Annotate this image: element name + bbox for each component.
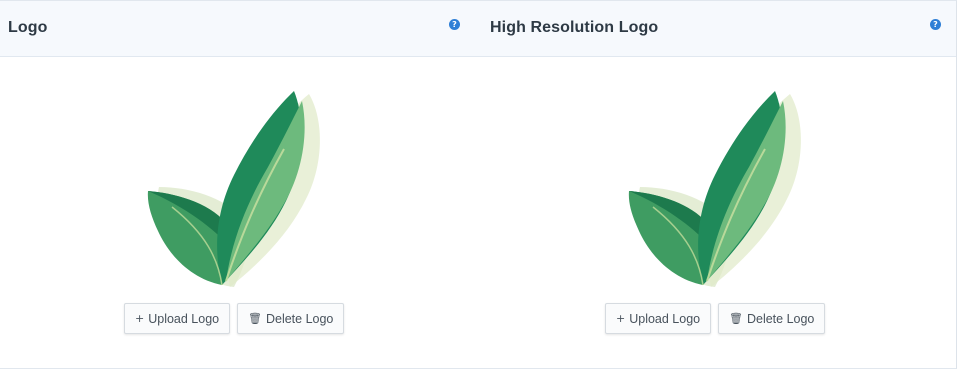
delete-logo-button[interactable]: 🗑 Delete Logo bbox=[718, 303, 826, 334]
upload-logo-label: Upload Logo bbox=[148, 311, 220, 326]
plus-icon: + bbox=[616, 312, 626, 325]
plus-icon: + bbox=[135, 312, 145, 325]
panel-title: High Resolution Logo bbox=[490, 19, 659, 36]
question-circle-icon[interactable]: ? bbox=[930, 19, 941, 30]
upload-logo-label: Upload Logo bbox=[629, 311, 701, 326]
delete-logo-button[interactable]: 🗑 Delete Logo bbox=[237, 303, 345, 334]
trash-icon: 🗑 bbox=[248, 312, 262, 325]
logo-settings-card: Logo ? + Upload Logo 🗑 Delete Logo High … bbox=[0, 0, 957, 369]
upload-logo-button[interactable]: + Upload Logo bbox=[124, 303, 231, 334]
delete-logo-label: Delete Logo bbox=[746, 311, 815, 326]
upload-logo-button[interactable]: + Upload Logo bbox=[605, 303, 712, 334]
trash-icon: 🗑 bbox=[729, 312, 743, 325]
delete-logo-label: Delete Logo bbox=[265, 311, 334, 326]
high-resolution-logo-panel: High Resolution Logo ? + Upload Logo 🗑 D… bbox=[481, 1, 957, 370]
logo-panel: Logo ? + Upload Logo 🗑 Delete Logo bbox=[0, 1, 480, 370]
leaf-logo-image bbox=[147, 91, 320, 287]
question-circle-icon[interactable]: ? bbox=[449, 19, 460, 30]
leaf-logo-image bbox=[628, 91, 801, 287]
panel-title: Logo bbox=[8, 19, 48, 36]
